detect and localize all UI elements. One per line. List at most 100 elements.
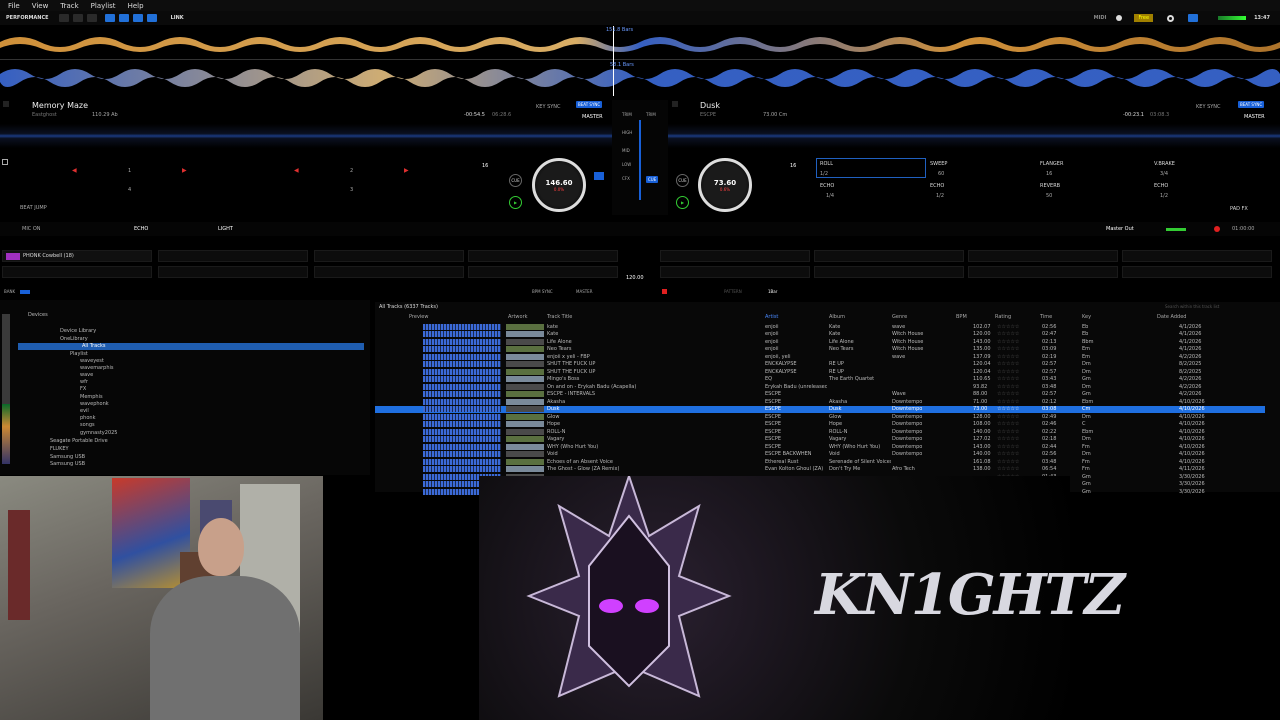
col-rating[interactable]: Rating [995, 314, 1011, 320]
col-genre[interactable]: Genre [892, 314, 907, 320]
track-preview-waveform[interactable] [423, 436, 501, 442]
track-preview-waveform[interactable] [423, 398, 501, 405]
col-title[interactable]: Track Title [547, 314, 572, 320]
rating-stars[interactable]: ☆☆☆☆☆ [997, 346, 1019, 352]
sampler-slot-7[interactable] [968, 250, 1118, 262]
browser-side-icons[interactable] [2, 314, 10, 464]
tree-item-9[interactable]: songs [80, 422, 95, 428]
mixer-trim-2[interactable]: TRIM [646, 112, 656, 117]
fx-reverb[interactable]: REVERB [1040, 183, 1060, 189]
menu-view[interactable]: View [32, 2, 49, 10]
info-icon[interactable] [1116, 15, 1123, 21]
rating-stars[interactable]: ☆☆☆☆☆ [997, 444, 1019, 450]
table-row[interactable]: Dusk ESCPE Dusk Downtempo 73.00 03:08 Cm 4/10/2… [375, 405, 1265, 413]
beat-jump[interactable]: BEAT JUMP [20, 205, 47, 211]
tree-item-6[interactable]: wavephonk [80, 401, 109, 407]
menu-playlist[interactable]: Playlist [91, 2, 116, 10]
sampler-slot-10[interactable] [158, 266, 308, 278]
browser-search[interactable]: Search within this track list [1165, 304, 1219, 309]
col-album[interactable]: Album [829, 314, 845, 320]
tree-devices[interactable]: Devices [28, 312, 48, 318]
col-artist[interactable]: Artist [765, 314, 778, 320]
waveform-overview[interactable]: 151.8 Bars 58.1 Bars [0, 26, 1280, 96]
fx-flanger[interactable]: FLANGER [1040, 161, 1063, 167]
col-bpm[interactable]: BPM [956, 314, 967, 320]
sampler-slot-12[interactable] [468, 266, 618, 278]
rating-stars[interactable]: ☆☆☆☆☆ [997, 376, 1019, 382]
sampler-slot-1[interactable]: PHONK Cowbell (18) [2, 250, 152, 262]
rating-stars[interactable]: ☆☆☆☆☆ [997, 354, 1019, 360]
track-preview-waveform[interactable] [423, 338, 501, 345]
tree-item-0[interactable]: waveyest [80, 358, 104, 364]
rating-stars[interactable]: ☆☆☆☆☆ [997, 361, 1019, 367]
view-1-icon[interactable] [104, 14, 115, 22]
mixer-cue-2[interactable]: CUE [646, 176, 659, 183]
tree-device-library[interactable]: Device Library [60, 328, 96, 334]
rating-stars[interactable]: ☆☆☆☆☆ [997, 436, 1019, 442]
table-row[interactable]: WHY (Who Hurt You) ESCPE WHY (Who Hurt You… [375, 443, 1265, 451]
rating-stars[interactable]: ☆☆☆☆☆ [997, 406, 1019, 412]
col-preview[interactable]: Preview [409, 314, 428, 320]
tree-item-7[interactable]: evil [80, 408, 89, 414]
table-row[interactable]: On and on - Erykah Badu (Acapella) Erykah… [375, 383, 1265, 391]
table-row[interactable]: Echoes of an Absent Voice Ethereal Rust Se… [375, 458, 1265, 466]
sampler-slot-3[interactable] [314, 250, 464, 262]
hotcue-3[interactable]: 4 [128, 187, 131, 193]
track-preview-waveform[interactable] [423, 458, 501, 465]
table-row[interactable]: Mingo's Boss EQ The Earth Quartet 110.65 03:… [375, 376, 1265, 384]
sampler-slot-4[interactable] [468, 250, 618, 262]
deck1-slip-button[interactable] [594, 172, 604, 180]
deck2-beat-sync[interactable]: BEAT SYNC [1238, 101, 1265, 108]
grid-icon[interactable] [86, 14, 97, 22]
free-badge[interactable]: Free [1134, 14, 1154, 22]
table-row[interactable]: Vagary ESCPE Vagary Downtempo 127.02 02:18 Dm 4… [375, 436, 1265, 444]
deck1-loop[interactable]: 16 [482, 163, 488, 169]
table-row[interactable]: SHUT THE FUCK UP ENCKALYPSE RE UP 120.04 02:… [375, 368, 1265, 376]
rating-stars[interactable]: ☆☆☆☆☆ [997, 384, 1019, 390]
tree-item-2[interactable]: wave [80, 372, 93, 378]
rating-stars[interactable]: ☆☆☆☆☆ [997, 369, 1019, 375]
deck2-cue-button[interactable]: CUE [676, 174, 689, 187]
view-2-icon[interactable] [118, 14, 129, 22]
track-preview-waveform[interactable] [423, 451, 501, 457]
deck1-master[interactable]: MASTER [582, 114, 603, 120]
table-row[interactable]: enjoii x yeli - FBP enjoii, yeli wave 137.0… [375, 353, 1265, 361]
track-preview-waveform[interactable] [423, 331, 501, 337]
deck2-key-sync[interactable]: KEY SYNC [1196, 104, 1221, 110]
mixer-high[interactable]: HIGH [622, 130, 632, 135]
rating-stars[interactable]: ☆☆☆☆☆ [997, 391, 1019, 397]
fx-echo-select[interactable]: ECHO [134, 226, 148, 232]
deck1-beat-sync[interactable]: BEAT SYNC [576, 101, 603, 108]
bpm-sync-button[interactable]: BPM SYNC [532, 289, 553, 294]
midi-label[interactable]: MIDI [1094, 15, 1107, 21]
track-preview-waveform[interactable] [423, 361, 501, 367]
pad-mode-icon[interactable] [2, 159, 8, 165]
bank-select[interactable] [20, 290, 30, 294]
hotcue-2[interactable]: 2 [350, 168, 353, 174]
track-preview-waveform[interactable] [423, 323, 501, 330]
deck1-key-sync[interactable]: KEY SYNC [536, 104, 561, 110]
deck1-hotcues[interactable]: 1 2 4 3 ◀ ▶ ◀ ▶ BEAT JUMP [0, 155, 462, 211]
table-row[interactable]: Life Alone enjoii Life Alone Witch House 143… [375, 338, 1265, 346]
tree-fluxy[interactable]: FLUKEY [50, 446, 69, 452]
deck2-master[interactable]: MASTER [1244, 114, 1265, 120]
hotcue-4[interactable]: 3 [350, 187, 353, 193]
tree-all-tracks[interactable]: All Tracks [18, 343, 364, 350]
track-preview-waveform[interactable] [423, 391, 501, 397]
table-row[interactable]: Akasha ESCPE Akasha Downtempo 71.00 02:12 Ebm 4… [375, 398, 1265, 406]
sampler-slot-14[interactable] [814, 266, 964, 278]
fx-sweep[interactable]: SWEEP [930, 161, 947, 167]
tree-samsung-2[interactable]: Samsung USB [50, 461, 85, 467]
rating-stars[interactable]: ☆☆☆☆☆ [997, 399, 1019, 405]
tree-samsung-1[interactable]: Samsung USB [50, 454, 85, 460]
col-key[interactable]: Key [1082, 314, 1091, 320]
mixer-low[interactable]: LOW [622, 162, 631, 167]
table-row[interactable]: Glow ESCPE Glow Downtempo 128.00 02:49 Dm 4/10/… [375, 413, 1265, 421]
sampler-master-button[interactable]: MASTER [576, 289, 592, 294]
track-preview-waveform[interactable] [423, 376, 501, 382]
table-row[interactable]: Kate enjoii Kate Witch House 120.00 02:47 Eb 4/… [375, 331, 1265, 339]
fx-vbrake[interactable]: V.BRAKE [1154, 161, 1175, 167]
deck2-jog[interactable]: 73.60 0.6% [698, 158, 752, 212]
sampler-rec-icon[interactable] [662, 289, 667, 294]
sampler-slot-8[interactable] [1122, 250, 1272, 262]
